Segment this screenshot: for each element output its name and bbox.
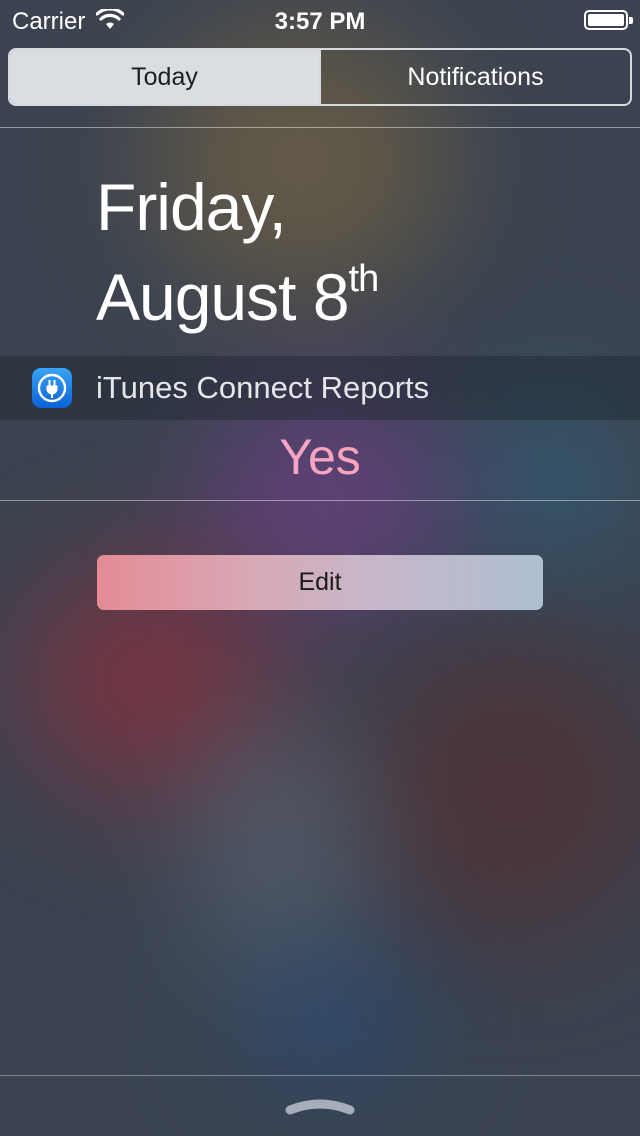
itunes-connect-app-icon — [32, 368, 72, 408]
clock: 3:57 PM — [274, 8, 366, 35]
tab-notifications[interactable]: Notifications — [319, 50, 630, 104]
date-month-day: August 8 — [96, 260, 350, 334]
battery-icon — [584, 10, 633, 30]
chevron-up-grabber-icon[interactable] — [284, 1094, 356, 1116]
date-weekday: Friday, — [96, 170, 287, 244]
date-header: Friday, August 8th — [96, 168, 380, 336]
edit-button[interactable]: Edit — [97, 555, 543, 610]
widget-title: iTunes Connect Reports — [96, 370, 430, 405]
divider — [0, 1075, 640, 1076]
tab-today[interactable]: Today — [10, 50, 319, 104]
widget-header[interactable]: iTunes Connect Reports — [0, 356, 640, 420]
widget-value: Yes — [0, 428, 640, 486]
divider — [0, 500, 640, 501]
today-notifications-segmented-control: Today Notifications — [8, 48, 632, 106]
divider — [0, 127, 640, 128]
date-ordinal-suffix: th — [348, 258, 380, 300]
status-bar: Carrier 3:57 PM — [0, 0, 640, 40]
date-month-day-line: August 8th — [96, 246, 380, 336]
